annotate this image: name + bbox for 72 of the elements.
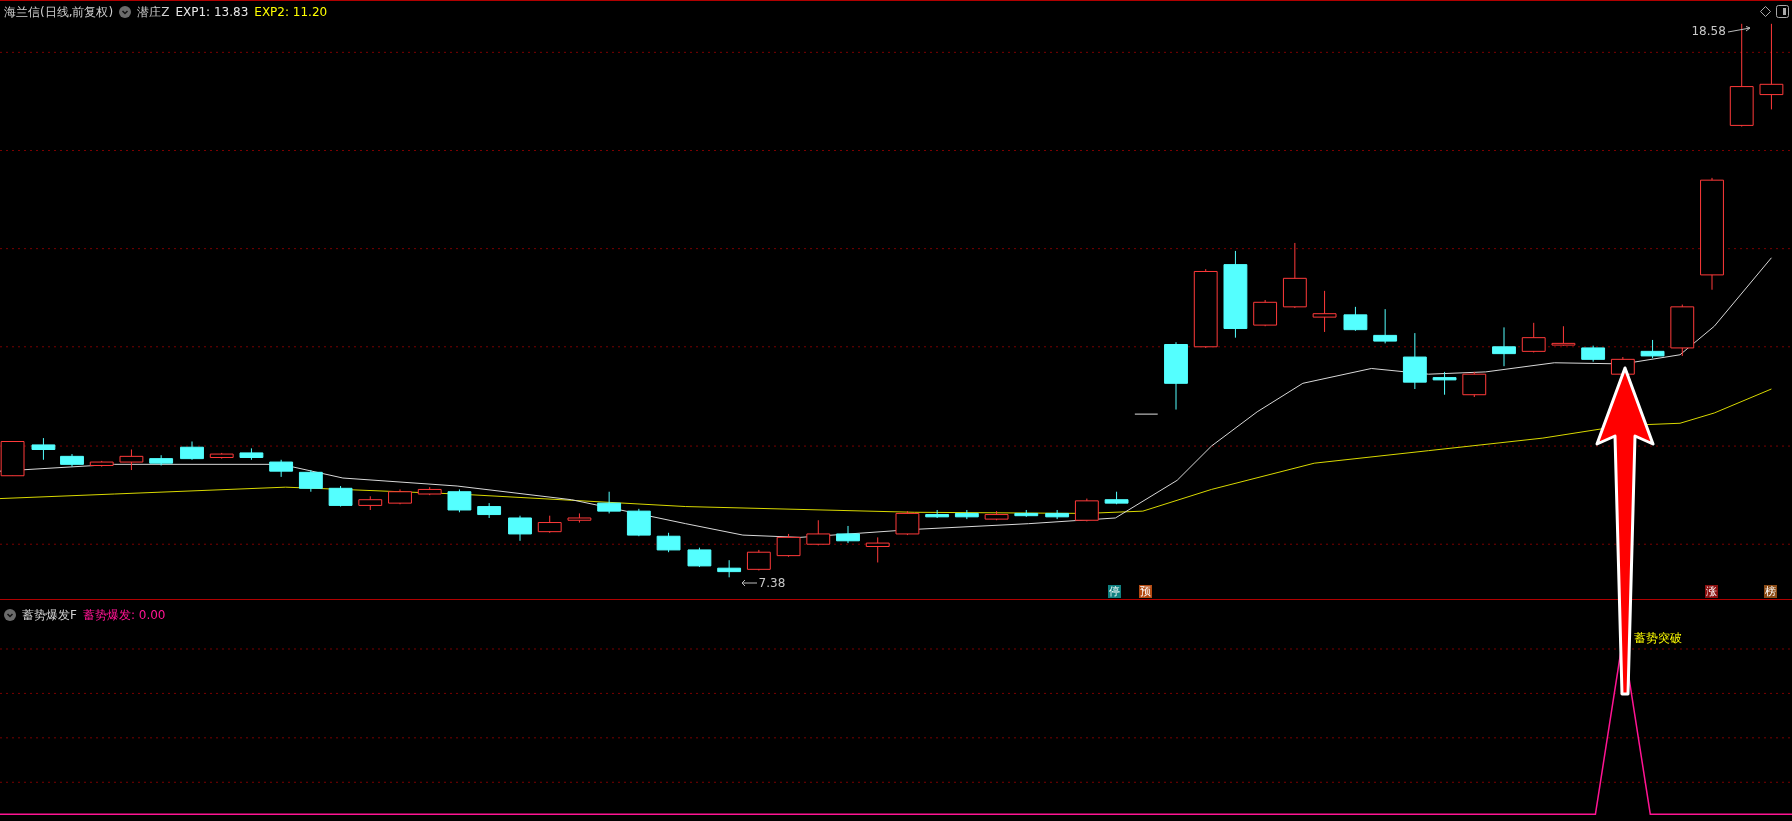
candlestick bbox=[328, 485, 353, 508]
candlestick bbox=[89, 460, 114, 468]
candlestick bbox=[806, 519, 831, 546]
candlestick bbox=[1282, 242, 1307, 309]
candlestick bbox=[1432, 371, 1457, 396]
indicator-name: 潜庄Z bbox=[137, 4, 170, 21]
candlestick bbox=[1521, 322, 1546, 353]
signal-badge: 榜 bbox=[1764, 585, 1778, 598]
leader-line bbox=[1727, 25, 1752, 36]
candlestick bbox=[1253, 299, 1278, 327]
candlestick bbox=[358, 495, 383, 511]
candlestick bbox=[60, 453, 84, 468]
diamond-icon[interactable] bbox=[1760, 6, 1771, 17]
candlestick bbox=[209, 452, 234, 460]
signal-badge: 涨 bbox=[1705, 585, 1718, 598]
candlestick bbox=[1640, 339, 1665, 359]
collapse-icon[interactable] bbox=[119, 6, 132, 18]
candlestick bbox=[31, 437, 56, 461]
candlestick bbox=[597, 491, 622, 514]
indicator-value: EXP1: 13.83 bbox=[175, 4, 249, 21]
indicator-name: 蓄势爆发F bbox=[22, 607, 77, 624]
candlestick bbox=[1373, 308, 1398, 344]
signal-badge: 预 bbox=[1139, 585, 1153, 598]
candlestick bbox=[1104, 491, 1129, 505]
candlestick bbox=[537, 515, 562, 534]
candlestick bbox=[626, 508, 651, 537]
candlestick bbox=[567, 512, 592, 524]
candlestick bbox=[656, 532, 681, 553]
candlestick bbox=[1343, 306, 1368, 332]
candlestick bbox=[1670, 304, 1695, 357]
collapse-icon[interactable] bbox=[4, 609, 16, 621]
candlestick bbox=[984, 510, 1009, 521]
candlestick bbox=[119, 449, 144, 471]
candlestick bbox=[717, 559, 742, 578]
candlestick bbox=[865, 536, 890, 563]
indicator-value: EXP2: 11.20 bbox=[254, 4, 328, 21]
candlestick bbox=[925, 509, 950, 519]
stock-title: 海兰信(日线,前复权) bbox=[4, 4, 114, 21]
candlestick bbox=[1402, 332, 1427, 390]
leader-line bbox=[740, 578, 757, 587]
candlestick bbox=[447, 488, 472, 513]
candlestick bbox=[180, 441, 204, 461]
candlestick bbox=[836, 525, 860, 544]
candlestick bbox=[895, 510, 920, 536]
candlestick bbox=[1492, 326, 1516, 367]
candlestick bbox=[1134, 413, 1159, 415]
candlestick bbox=[1551, 325, 1576, 347]
candlestick bbox=[1045, 509, 1070, 520]
signal-badge: 停 bbox=[1108, 585, 1122, 598]
candlestick bbox=[388, 488, 412, 505]
candlestick bbox=[269, 459, 294, 478]
candlestick bbox=[298, 469, 323, 493]
price-label: 18.58 bbox=[1691, 22, 1726, 40]
candlestick bbox=[1164, 341, 1188, 411]
candlestick bbox=[1312, 290, 1337, 333]
price-label: 7.38 bbox=[758, 574, 786, 592]
candlestick bbox=[149, 454, 174, 466]
signal-label: 蓄势突破 bbox=[1634, 630, 1682, 647]
candlestick bbox=[746, 549, 771, 571]
candlestick bbox=[239, 447, 264, 461]
candlestick bbox=[776, 533, 801, 558]
panel-toggle-icon[interactable] bbox=[1776, 5, 1789, 18]
candlestick bbox=[1014, 509, 1039, 518]
candlestick bbox=[477, 502, 502, 519]
candlestick bbox=[417, 486, 442, 496]
candlestick bbox=[508, 515, 532, 542]
candlestick bbox=[1074, 498, 1099, 522]
indicator-value: 蓄势爆发: 0.00 bbox=[82, 607, 166, 624]
candlestick bbox=[1581, 345, 1606, 363]
candlestick bbox=[954, 509, 979, 520]
candlestick bbox=[687, 547, 712, 568]
candlestick bbox=[1462, 371, 1487, 398]
